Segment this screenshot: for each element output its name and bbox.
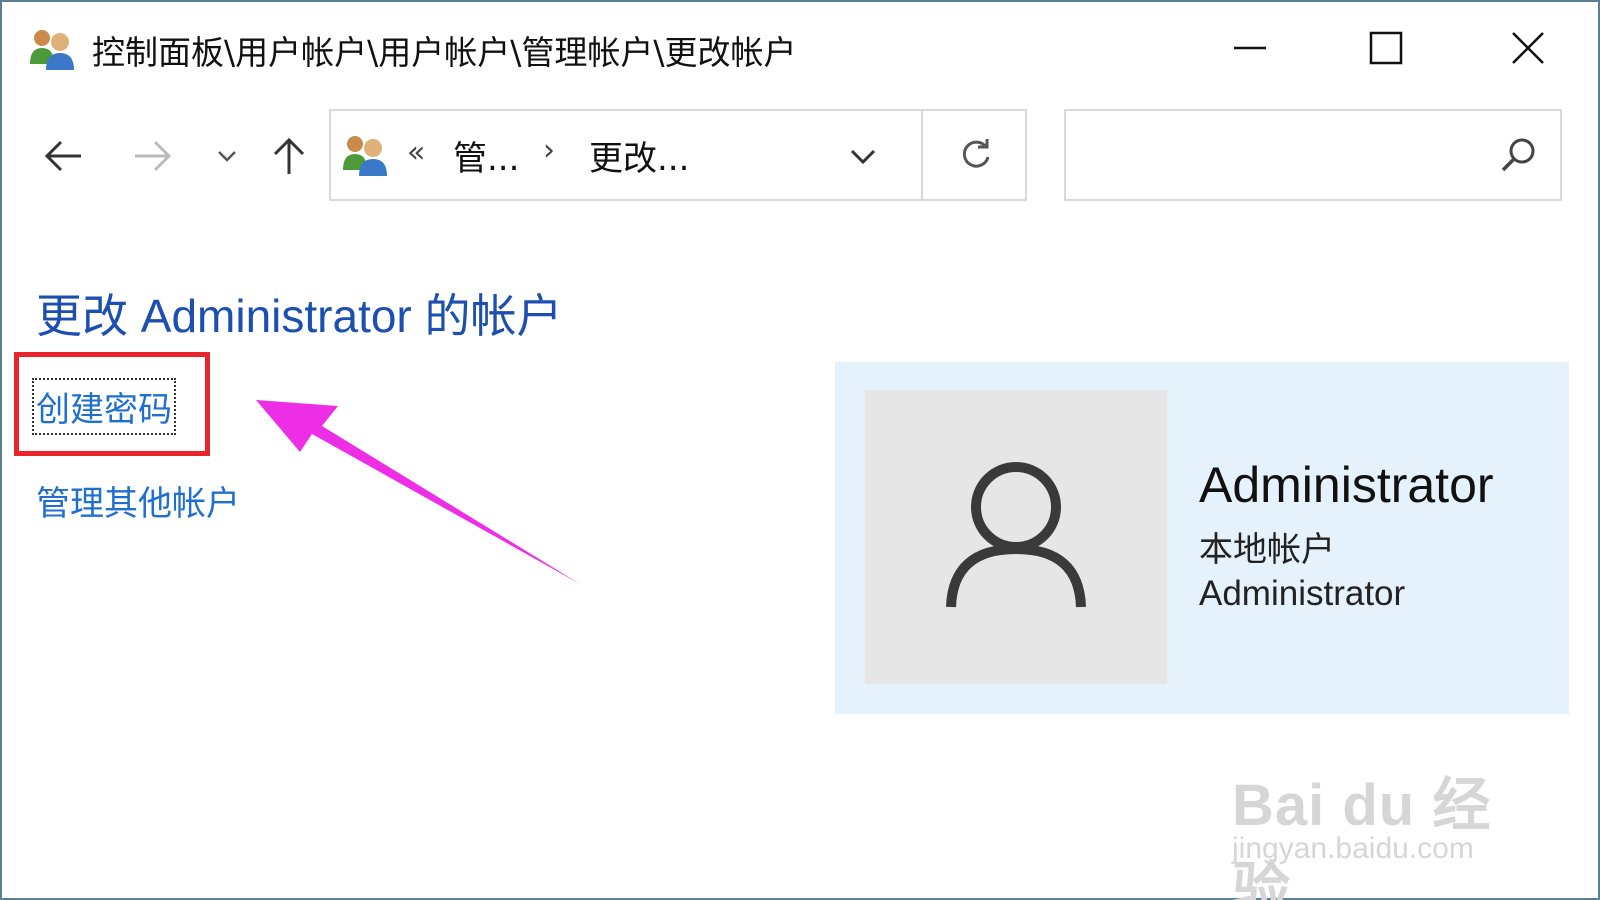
user-avatar-icon bbox=[946, 462, 1086, 608]
breadcrumb-change-account[interactable]: 更改... bbox=[589, 131, 689, 180]
window-title: 控制面板\用户帐户\用户帐户\管理帐户\更改帐户 bbox=[92, 33, 797, 72]
refresh-button[interactable] bbox=[931, 127, 1021, 183]
minimize-icon bbox=[1234, 46, 1266, 50]
close-button[interactable] bbox=[1488, 20, 1568, 76]
arrow-up-icon bbox=[273, 137, 305, 174]
address-bar[interactable]: « 管... › 更改... bbox=[329, 109, 1027, 201]
breadcrumb-separator[interactable]: › bbox=[543, 133, 555, 168]
create-password-link[interactable]: 创建密码 bbox=[32, 378, 176, 435]
maximize-button[interactable] bbox=[1346, 20, 1426, 76]
annotation-arrow bbox=[256, 400, 580, 584]
recent-locations-button[interactable] bbox=[202, 128, 252, 184]
search-icon bbox=[1501, 138, 1535, 172]
address-divider bbox=[921, 111, 923, 199]
avatar bbox=[865, 390, 1167, 684]
breadcrumb-manage-accounts[interactable]: 管... bbox=[453, 131, 519, 180]
account-name: Administrator bbox=[1199, 457, 1494, 513]
forward-button[interactable] bbox=[128, 128, 178, 184]
account-info-panel: Administrator 本地帐户 Administrator bbox=[835, 362, 1569, 714]
back-button[interactable] bbox=[38, 128, 88, 184]
watermark-url: jingyan.baidu.com bbox=[1232, 832, 1474, 865]
account-type: 本地帐户 bbox=[1199, 530, 1335, 570]
minimize-button[interactable] bbox=[1210, 20, 1290, 76]
page-title: 更改 Administrator 的帐户 bbox=[36, 290, 563, 342]
maximize-icon bbox=[1369, 31, 1403, 65]
watermark-brand: Bai du 经验 bbox=[1232, 773, 1492, 900]
chevron-down-icon bbox=[218, 151, 236, 162]
close-icon bbox=[1512, 32, 1544, 64]
arrow-left-icon bbox=[44, 140, 81, 172]
baidu-watermark: Bai du 经验 jingyan.baidu.com bbox=[1232, 732, 1532, 900]
title-bar: 控制面板\用户帐户\用户帐户\管理帐户\更改帐户 bbox=[2, 2, 1598, 94]
breadcrumb-overflow-button[interactable]: « bbox=[407, 135, 425, 170]
up-button[interactable] bbox=[264, 128, 314, 184]
manage-other-accounts-link[interactable]: 管理其他帐户 bbox=[36, 476, 240, 525]
refresh-icon bbox=[962, 139, 990, 168]
user-accounts-icon bbox=[341, 131, 391, 179]
account-group: Administrator bbox=[1199, 574, 1406, 613]
arrow-right-icon bbox=[135, 140, 172, 172]
chevron-down-icon bbox=[850, 149, 876, 165]
search-input[interactable] bbox=[1064, 109, 1562, 201]
user-accounts-icon bbox=[28, 26, 78, 72]
control-panel-window: 控制面板\用户帐户\用户帐户\管理帐户\更改帐户 « 管... › 更改... … bbox=[0, 0, 1600, 900]
address-history-dropdown[interactable] bbox=[835, 131, 891, 181]
